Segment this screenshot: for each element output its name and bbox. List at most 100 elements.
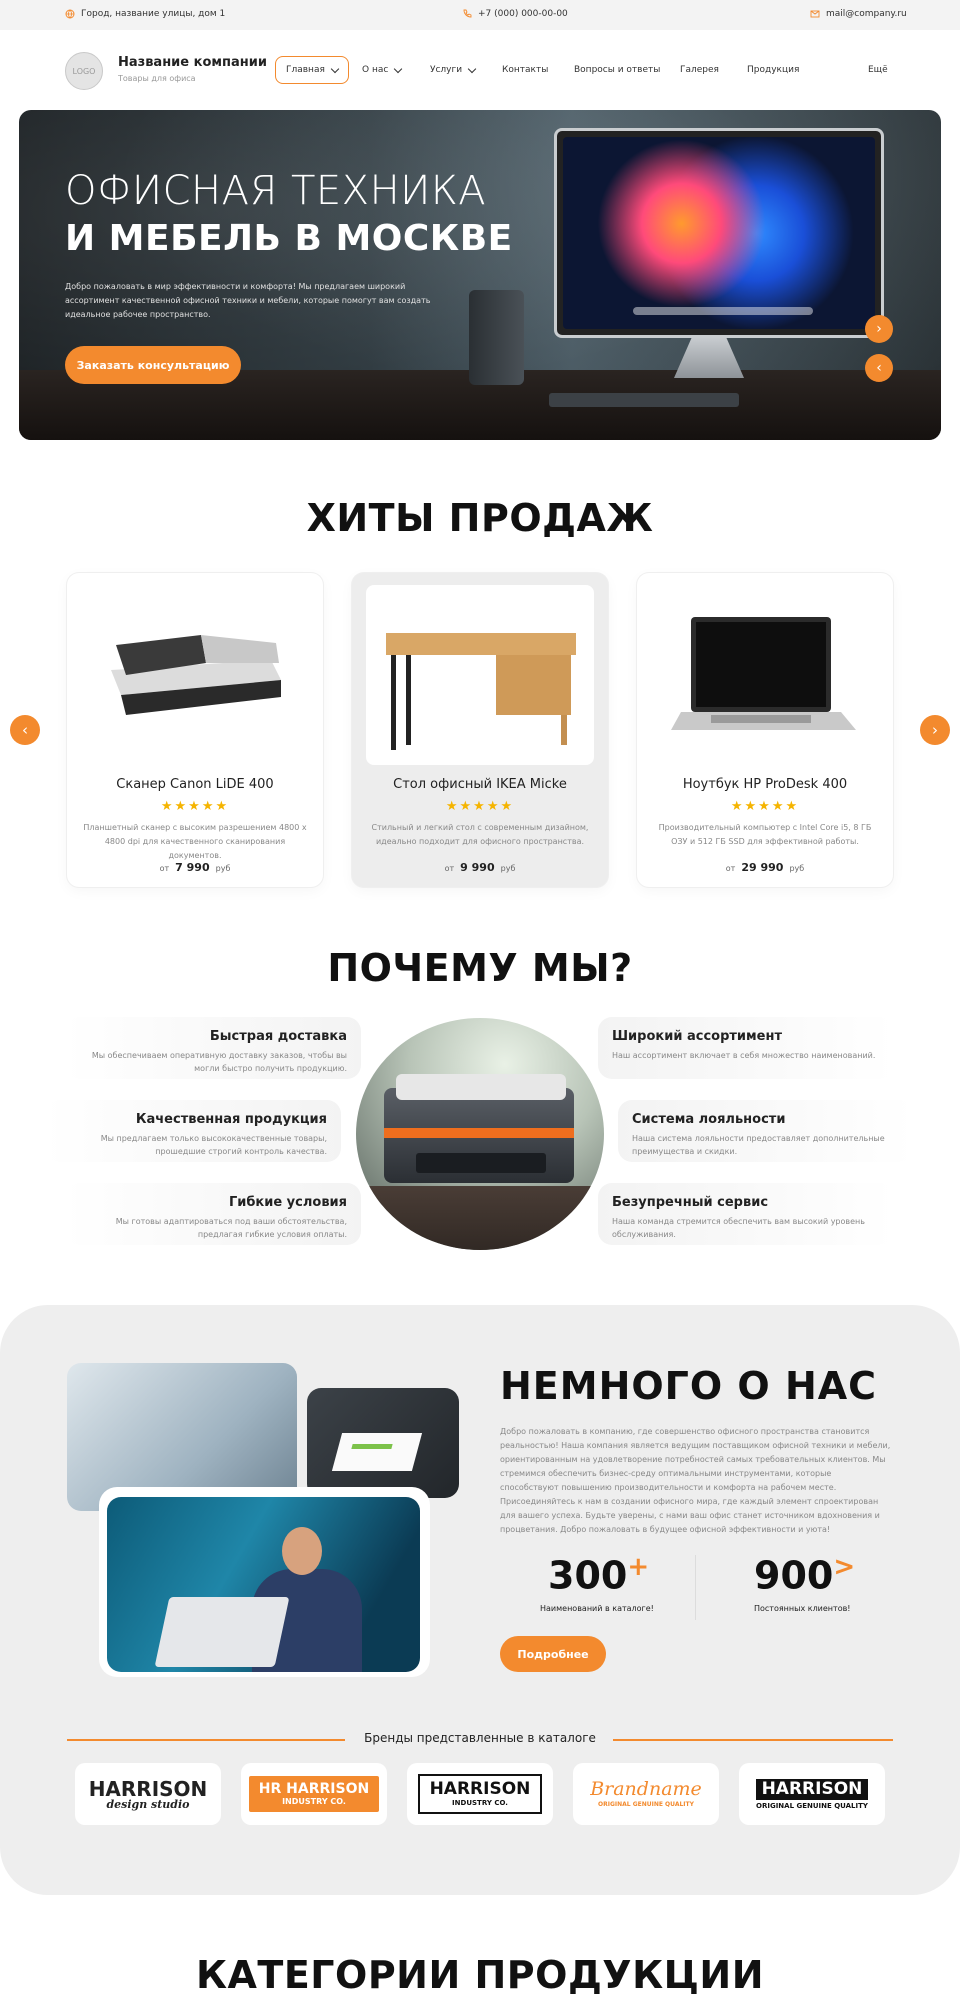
stat-clients-value: 900>	[754, 1552, 855, 1598]
printer-image	[356, 1018, 604, 1250]
feature-text: Мы обеспечиваем оперативную доставку зак…	[91, 1051, 347, 1073]
price-currency: руб	[789, 864, 805, 873]
chevron-down-icon	[394, 64, 403, 73]
brand-logo[interactable]: Brandname ORIGINAL GENUINE QUALITY	[573, 1763, 719, 1825]
stat-number: 300	[548, 1553, 628, 1598]
phone-item[interactable]: +7 (000) 000-00-00	[462, 9, 568, 19]
laptop-image	[154, 1597, 290, 1667]
nav-contacts[interactable]: Контакты	[502, 56, 548, 84]
printer-tray-image	[416, 1153, 546, 1173]
hits-prev-button[interactable]: ‹	[10, 715, 40, 745]
nav-faq-label: Вопросы и ответы	[574, 65, 661, 75]
product-card[interactable]: Сканер Canon LiDE 400 ★★★★★ Планшетный с…	[67, 573, 323, 887]
nav-home[interactable]: Главная	[275, 56, 349, 84]
nav-about[interactable]: О нас	[362, 56, 403, 84]
hero-title-line2: И МЕБЕЛЬ В МОСКВЕ	[65, 218, 513, 259]
feature-item: Широкий ассортимент Наш ассортимент вклю…	[598, 1017, 894, 1079]
feature-item: Безупречный сервис Наша команда стремитс…	[598, 1183, 894, 1245]
email-item[interactable]: mail@company.ru	[810, 9, 907, 19]
rating-stars-icon: ★★★★★	[160, 799, 230, 814]
feature-item: Быстрая доставка Мы обеспечиваем операти…	[65, 1017, 361, 1079]
price-value: 9 990	[460, 861, 495, 874]
product-card[interactable]: Ноутбук HP ProDesk 400 ★★★★★ Производите…	[637, 573, 893, 887]
feature-title: Быстрая доставка	[209, 1029, 347, 1044]
brand-logo[interactable]: HR HARRISON INDUSTRY CO.	[241, 1763, 387, 1825]
product-name[interactable]: Ноутбук HP ProDesk 400	[637, 777, 893, 792]
monitor-image	[554, 128, 884, 338]
product-name[interactable]: Стол офисный IKEA Micke	[352, 777, 608, 792]
about-text: Добро пожаловать в компанию, где соверше…	[500, 1427, 891, 1534]
logo[interactable]: LOGO	[65, 52, 103, 90]
hero-prev-button[interactable]: ‹	[865, 354, 893, 382]
hits-next-button[interactable]: ›	[920, 715, 950, 745]
brand-logo[interactable]: HARRISON ORIGINAL GENUINE QUALITY	[739, 1763, 885, 1825]
feature-item: Гибкие условия Мы готовы адаптироваться …	[65, 1183, 361, 1245]
stat-suffix: >	[833, 1552, 856, 1582]
address-item: Город, название улицы, дом 1	[65, 9, 225, 19]
company-name: Название компании	[118, 55, 267, 70]
logo-text: LOGO	[72, 66, 96, 76]
product-description: Стильный и легкий стол с современным диз…	[371, 823, 589, 846]
more-button[interactable]: Подробнее	[500, 1636, 606, 1672]
nav-services[interactable]: Услуги	[430, 56, 477, 84]
stat-catalog-value: 300+	[548, 1552, 649, 1598]
brand-logo[interactable]: HARRISON INDUSTRY CO.	[407, 1763, 553, 1825]
chevron-right-icon: ›	[932, 721, 938, 739]
chevron-right-icon: ›	[876, 321, 882, 337]
man-head-image	[282, 1527, 322, 1575]
brand-logo[interactable]: HARRISON design studio	[75, 1763, 221, 1825]
consultation-button[interactable]: Заказать консультацию	[65, 346, 241, 384]
feature-title: Широкий ассортимент	[612, 1029, 782, 1044]
phone-text[interactable]: +7 (000) 000-00-00	[478, 9, 568, 19]
nav-gallery-label: Галерея	[680, 65, 719, 75]
email-text[interactable]: mail@company.ru	[826, 9, 907, 19]
brands-label: Бренды представленные в каталоге	[364, 1731, 596, 1745]
nav-more-label: Ещё	[868, 65, 888, 75]
price-prefix: от	[159, 864, 170, 873]
brand-line1: HARRISON	[429, 1779, 531, 1799]
price-value: 29 990	[741, 861, 784, 874]
product-description: Планшетный сканер с высоким разрешением …	[83, 823, 307, 860]
feature-title: Гибкие условия	[228, 1195, 347, 1210]
printer-top-image	[396, 1074, 566, 1100]
why-title: ПОЧЕМУ МЫ?	[327, 946, 633, 990]
feature-text: Наша система лояльности предоставляет до…	[632, 1134, 885, 1156]
feature-text: Мы предлагаем только высококачественные …	[100, 1134, 327, 1156]
feature-title: Безупречный сервис	[612, 1195, 769, 1210]
desk-illustration	[386, 633, 576, 750]
nav-faq[interactable]: Вопросы и ответы	[574, 56, 660, 84]
brand-logo-text: Brandname ORIGINAL GENUINE QUALITY	[590, 1780, 702, 1808]
keyboard-image	[549, 393, 739, 407]
stat-clients-label: Постоянных клиентов!	[754, 1604, 851, 1613]
nav-gallery[interactable]: Галерея	[680, 56, 719, 84]
feature-title: Система лояльности	[632, 1112, 786, 1127]
price-value: 7 990	[175, 861, 210, 874]
price-prefix: от	[725, 864, 736, 873]
rating-stars-icon: ★★★★★	[730, 799, 800, 814]
chevron-left-icon: ‹	[22, 721, 28, 739]
stat-number: 900	[754, 1553, 834, 1598]
product-name[interactable]: Сканер Canon LiDE 400	[67, 777, 323, 792]
nav-products[interactable]: Продукция	[747, 56, 799, 84]
feature-text: Наш ассортимент включает в себя множеств…	[612, 1051, 876, 1060]
brand-logo-text: HARRISON design studio	[89, 1779, 208, 1810]
rating-stars-icon: ★★★★★	[445, 799, 515, 814]
hero-description: Добро пожаловать в мир эффективности и к…	[65, 282, 431, 319]
chevron-down-icon	[330, 64, 340, 73]
company-subtitle: Товары для офиса	[118, 74, 196, 83]
product-card[interactable]: Стол офисный IKEA Micke ★★★★★ Стильный и…	[352, 573, 608, 887]
hero-title-line1: ОФИСНАЯ ТЕХНИКА	[65, 168, 487, 214]
hero-next-button[interactable]: ›	[865, 315, 893, 343]
printer-stripe-image	[384, 1128, 574, 1138]
pc-speaker-image	[469, 290, 524, 385]
product-price: от 7 990 руб	[67, 861, 323, 874]
mail-icon	[810, 10, 820, 18]
nav-more[interactable]: Ещё	[868, 56, 888, 84]
price-currency: руб	[215, 864, 231, 873]
laptop-illustration	[671, 617, 856, 730]
feature-item: Система лояльности Наша система лояльнос…	[618, 1100, 914, 1162]
brand-line2: INDUSTRY CO.	[282, 1797, 346, 1806]
scanner-illustration	[111, 635, 281, 715]
nav-home-label: Главная	[286, 65, 325, 75]
nav-about-label: О нас	[362, 65, 389, 75]
